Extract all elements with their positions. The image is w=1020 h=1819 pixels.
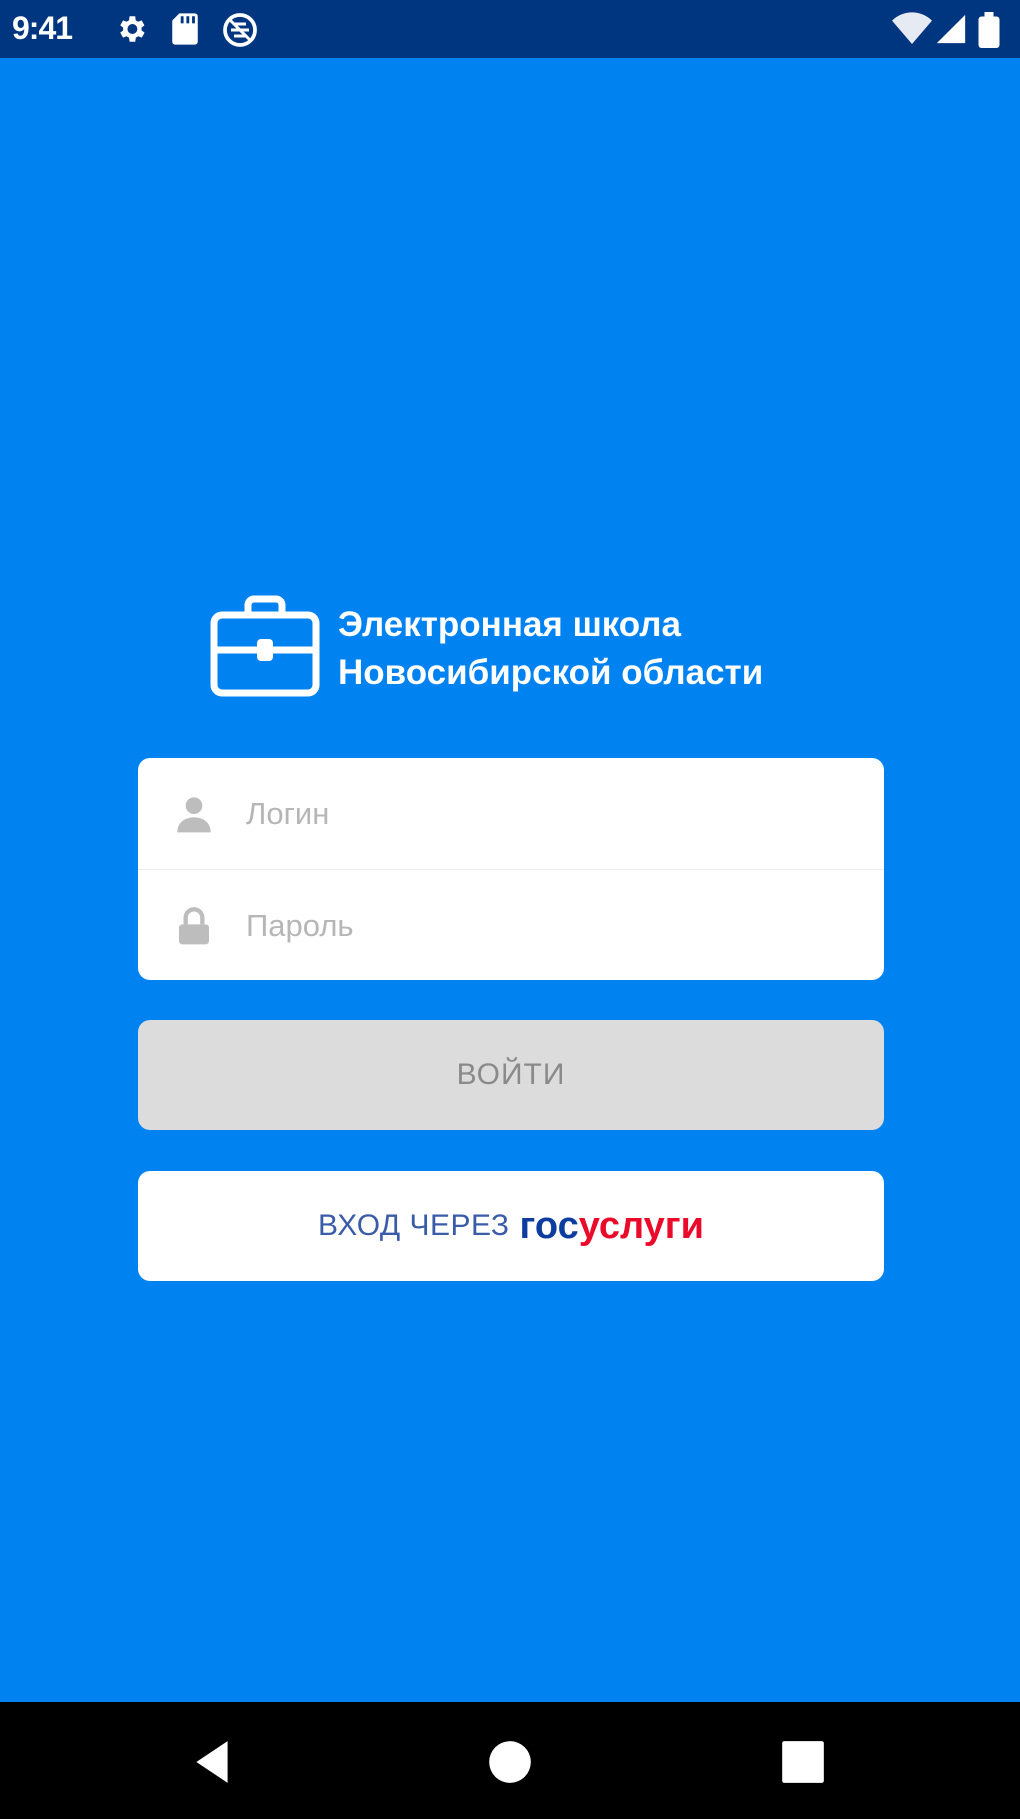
wifi-icon [892,12,932,44]
home-icon[interactable] [485,1737,535,1787]
gosuslugi-login-button[interactable]: ВХОД ЧЕРЕЗ гос услуги [138,1171,884,1281]
login-button-label: ВОЙТИ [456,1058,566,1091]
app-title: Электронная школа Новосибирской области [338,601,763,697]
user-icon [177,797,211,833]
signal-icon [936,14,966,44]
status-time: 9:41 [12,10,73,46]
login-field-row [138,758,884,868]
gosuslugi-logo-part1: гос [519,1204,579,1247]
back-icon[interactable] [188,1737,238,1787]
app-title-line2: Новосибирской области [338,653,764,692]
lock-icon [179,907,209,945]
briefcase-icon [210,595,320,697]
settings-icon [120,16,145,42]
credentials-card [138,758,884,980]
password-field-row [138,870,884,980]
gosuslugi-prefix: ВХОД ЧЕРЕЗ [318,1209,510,1242]
recents-icon[interactable] [778,1737,828,1787]
app-title-line1: Электронная школа [338,605,682,644]
battery-icon [978,12,1000,48]
sd-card-icon [172,13,198,45]
login-button[interactable]: ВОЙТИ [138,1020,884,1130]
navigation-bar [0,1702,1020,1819]
status-bar: 9:41 [0,0,1020,58]
login-screen: Электронная школа Новосибирской области … [0,58,1020,1702]
no-data-icon [223,13,257,47]
gosuslugi-logo-part2: услуги [578,1204,704,1247]
password-input[interactable] [244,892,848,960]
login-input[interactable] [244,780,848,848]
